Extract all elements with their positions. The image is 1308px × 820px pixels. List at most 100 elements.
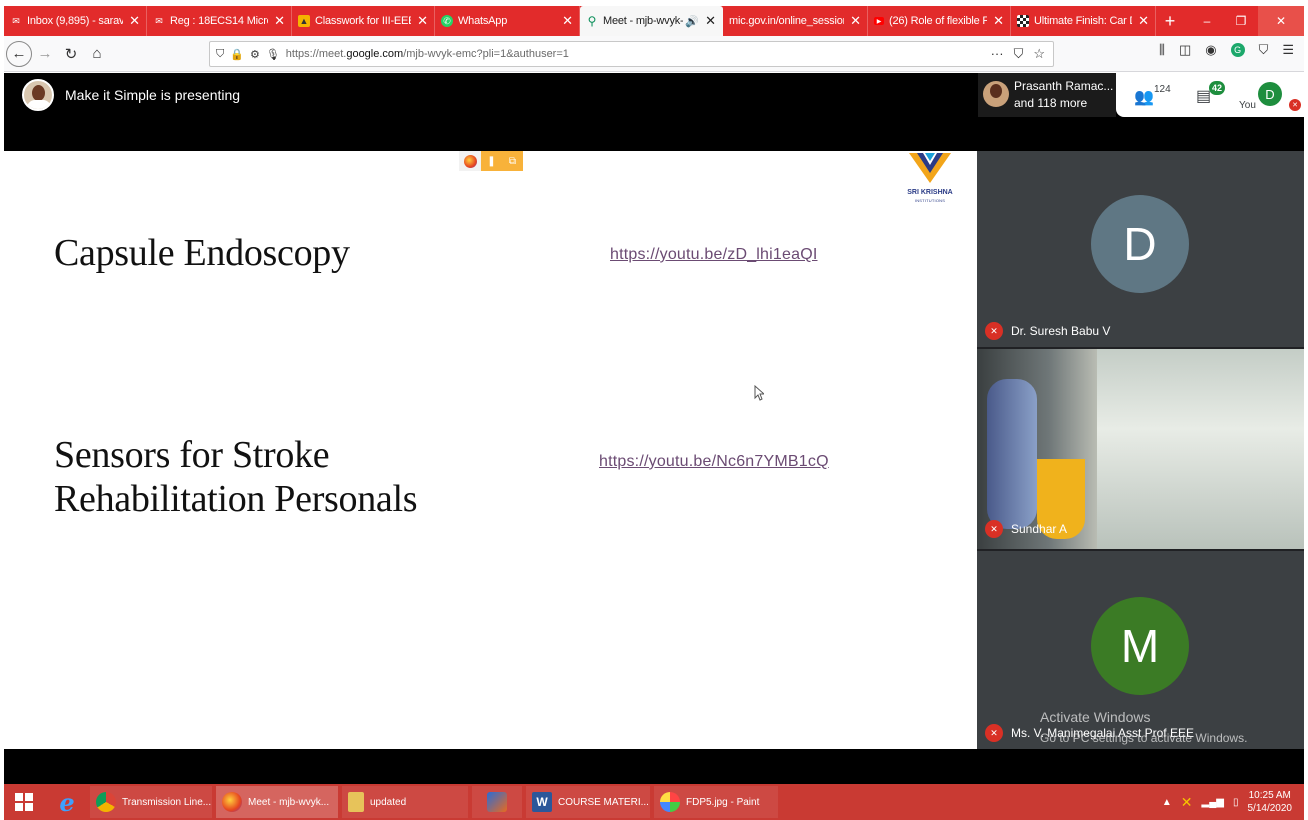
tab-youtube[interactable]: ▶ (26) Role of flexible FA ✕ <box>868 6 1011 36</box>
mic-off-icon: ✕ <box>985 520 1003 538</box>
folder-icon <box>348 792 364 812</box>
youtube-icon: ▶ <box>874 17 884 25</box>
speaker-icon[interactable]: 🔊 <box>685 15 699 28</box>
participant-avatar <box>983 81 1009 107</box>
you-label: You <box>1239 100 1256 111</box>
meet-controls: 👥 124 ▤ 42 You D ✕ <box>1116 73 1304 117</box>
taskbar-item-matlab[interactable] <box>472 786 522 818</box>
clock-date: 5/14/2020 <box>1247 803 1293 814</box>
microphone-icon[interactable]: 🎙 <box>266 48 280 61</box>
youtube-link-sensors[interactable]: https://youtu.be/Nc6n7YMB1cQ <box>599 453 829 471</box>
close-icon[interactable]: ✕ <box>274 13 285 29</box>
tab-classwork[interactable]: ▲ Classwork for III-EEE- ✕ <box>292 6 435 36</box>
heading-line-1: Sensors for Stroke <box>54 434 330 476</box>
close-icon[interactable]: ✕ <box>129 13 140 29</box>
close-icon[interactable]: ✕ <box>705 13 716 29</box>
back-button[interactable]: ← <box>6 40 32 67</box>
classroom-icon: ▲ <box>298 15 310 27</box>
share-window-icon[interactable]: ⧉ <box>502 151 523 171</box>
youtube-link-capsule[interactable]: https://youtu.be/zD_lhi1eaQI <box>610 246 818 264</box>
close-icon[interactable]: ✕ <box>562 13 573 29</box>
url-text[interactable]: https://meet.google.com/mjb-wvyk-emc?pli… <box>286 48 569 60</box>
url-actions: ··· ⛉ ☆ <box>991 46 1045 62</box>
meet-header: Make it Simple is presenting Prasanth Ra… <box>4 73 1304 151</box>
forward-button[interactable]: → <box>32 41 58 67</box>
taskbar-item-label: updated <box>370 796 407 808</box>
people-icon[interactable]: 👥 <box>1134 87 1154 107</box>
signal-icon[interactable]: ▂▄▆ <box>1202 797 1224 808</box>
clock-time: 10:25 AM <box>1248 790 1291 801</box>
bookmark-star-icon[interactable]: ☆ <box>1033 46 1045 62</box>
internet-explorer-icon[interactable]: e <box>44 784 90 820</box>
mouse-cursor-icon <box>754 385 764 401</box>
slide-heading-sensors: Sensors for Stroke Rehabilitation Person… <box>54 433 418 521</box>
sri-krishna-logo: SRI KRISHNA INSTITUTIONS <box>899 151 961 211</box>
close-icon[interactable]: ✕ <box>850 13 861 29</box>
participants-summary[interactable]: Prasanth Ramac... and 118 more <box>978 73 1116 117</box>
home-button[interactable]: ⌂ <box>84 41 110 67</box>
whatsapp-icon: ✆ <box>441 15 453 27</box>
taskbar-item-firefox[interactable]: Meet - mjb-wvyk... <box>216 786 338 818</box>
url-bar[interactable]: ⛉ 🔒 ⚙ 🎙 https://meet.google.com/mjb-wvyk… <box>209 41 1054 67</box>
permissions-icon[interactable]: ⚙ <box>250 48 260 61</box>
mail-icon: ✉ <box>12 15 20 26</box>
grammarly-icon[interactable]: G <box>1230 43 1245 57</box>
activate-windows-title: Activate Windows <box>1040 709 1151 725</box>
participant-more: and 118 more <box>1014 96 1088 110</box>
more-actions-icon[interactable]: ··· <box>991 46 1004 62</box>
window-close-icon[interactable]: ✕ <box>1258 6 1304 36</box>
screen-share-toolbar: ❚ ⧉ <box>459 151 523 171</box>
tab-label: WhatsApp <box>458 15 508 27</box>
tab-meet[interactable]: ⚲ Meet - mjb-wvyk- 🔊 ✕ <box>580 6 723 36</box>
participant-tile[interactable]: D ✕ Dr. Suresh Babu V <box>977 151 1304 347</box>
close-icon[interactable]: ✕ <box>1138 13 1149 29</box>
participant-tile-video[interactable]: ✕ Sundhar A <box>977 349 1304 549</box>
tab-mic-gov[interactable]: mic.gov.in/online_session ✕ <box>723 6 868 36</box>
close-icon[interactable]: ✕ <box>993 13 1004 29</box>
new-tab-button[interactable]: + <box>1156 6 1184 36</box>
reload-button[interactable]: ↻ <box>58 41 84 67</box>
tab-ultimate-finish[interactable]: Ultimate Finish: Car D ✕ <box>1011 6 1156 36</box>
restore-icon[interactable]: ❐ <box>1224 6 1258 36</box>
show-hidden-icons[interactable]: ▲ <box>1162 797 1172 808</box>
pause-icon[interactable]: ❚ <box>481 151 502 171</box>
tab-reg[interactable]: ✉ Reg : 18ECS14 Microc ✕ <box>147 6 292 36</box>
system-tray: ▲ ✕ ▂▄▆ ▯ 10:25 AM 5/14/2020 <box>1162 784 1292 820</box>
taskbar-item-folder[interactable]: updated <box>342 786 468 818</box>
paint-icon <box>660 792 680 812</box>
battery-icon[interactable]: ▯ <box>1233 797 1239 808</box>
taskbar-item-chrome[interactable]: Transmission Line... <box>90 786 212 818</box>
minimize-icon[interactable]: – <box>1190 6 1224 36</box>
taskbar-item-word[interactable]: W COURSE MATERI... <box>526 786 650 818</box>
logo-text: SRI KRISHNA <box>907 189 953 196</box>
extension-shield-icon[interactable]: ⛉ <box>1259 42 1269 58</box>
close-icon[interactable]: ✕ <box>417 13 428 29</box>
sidebar-icon[interactable]: ◫ <box>1179 42 1191 58</box>
menu-icon[interactable]: ☰ <box>1282 42 1294 58</box>
shield-icon[interactable]: ⛉ <box>216 48 224 61</box>
network-alert-icon[interactable]: ✕ <box>1181 794 1193 811</box>
presenter-avatar <box>22 79 54 111</box>
pocket-icon[interactable]: ⛉ <box>1014 46 1024 62</box>
account-icon[interactable]: ◉ <box>1205 42 1216 58</box>
slide-heading-capsule: Capsule Endoscopy <box>54 232 350 274</box>
clock[interactable]: 10:25 AM 5/14/2020 <box>1248 789 1293 815</box>
tab-inbox[interactable]: ✉ Inbox (9,895) - saravan ✕ <box>4 6 147 36</box>
browser-nav-bar: ← → ↻ ⌂ ⛉ 🔒 ⚙ 🎙 https://meet.google.com/… <box>4 36 1304 72</box>
mic-off-icon: ✕ <box>985 322 1003 340</box>
mic-off-icon: ✕ <box>985 724 1003 742</box>
tab-whatsapp[interactable]: ✆ WhatsApp ✕ <box>435 6 580 36</box>
meet-location-icon: ⚲ <box>587 14 597 28</box>
logo-emblem-icon <box>909 153 951 183</box>
matlab-icon <box>487 792 507 812</box>
logo-subtext: INSTITUTIONS <box>914 198 946 203</box>
library-icon[interactable]: ⫼ <box>1159 42 1165 58</box>
participant-name: Prasanth Ramac... <box>1014 79 1114 93</box>
start-button[interactable] <box>4 784 44 820</box>
self-avatar[interactable]: D <box>1258 82 1282 106</box>
taskbar-item-label: Transmission Line... <box>122 796 212 808</box>
taskbar-item-paint[interactable]: FDP5.jpg - Paint <box>654 786 778 818</box>
lock-icon[interactable]: 🔒 <box>230 48 244 61</box>
people-count: 124 <box>1154 84 1171 95</box>
tab-label: (26) Role of flexible FA <box>889 15 988 27</box>
